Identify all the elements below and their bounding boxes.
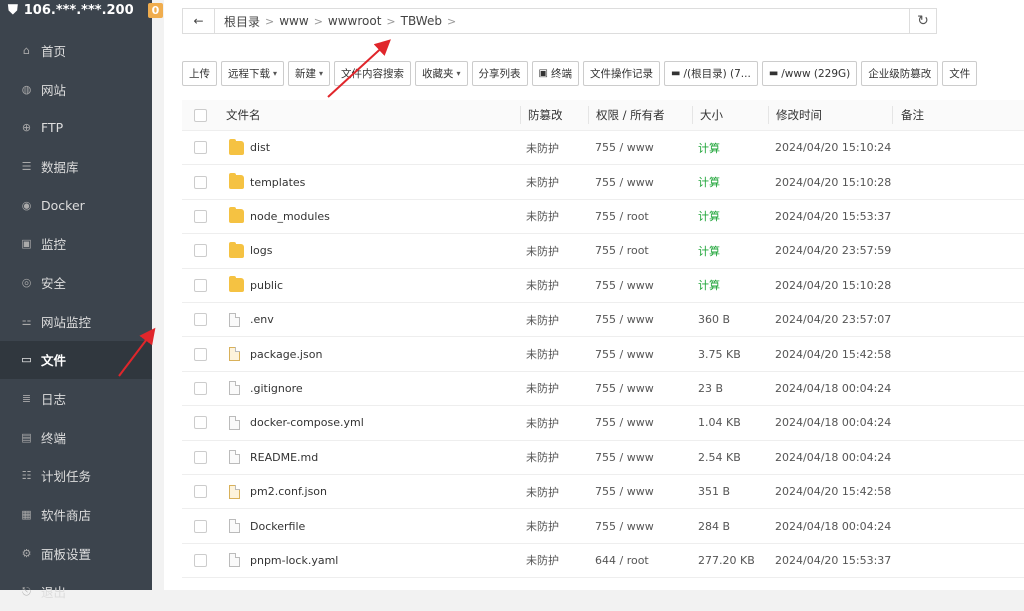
arrow-to-path <box>327 39 391 98</box>
arrow-to-files <box>118 327 156 377</box>
annotation-arrows <box>118 39 391 377</box>
